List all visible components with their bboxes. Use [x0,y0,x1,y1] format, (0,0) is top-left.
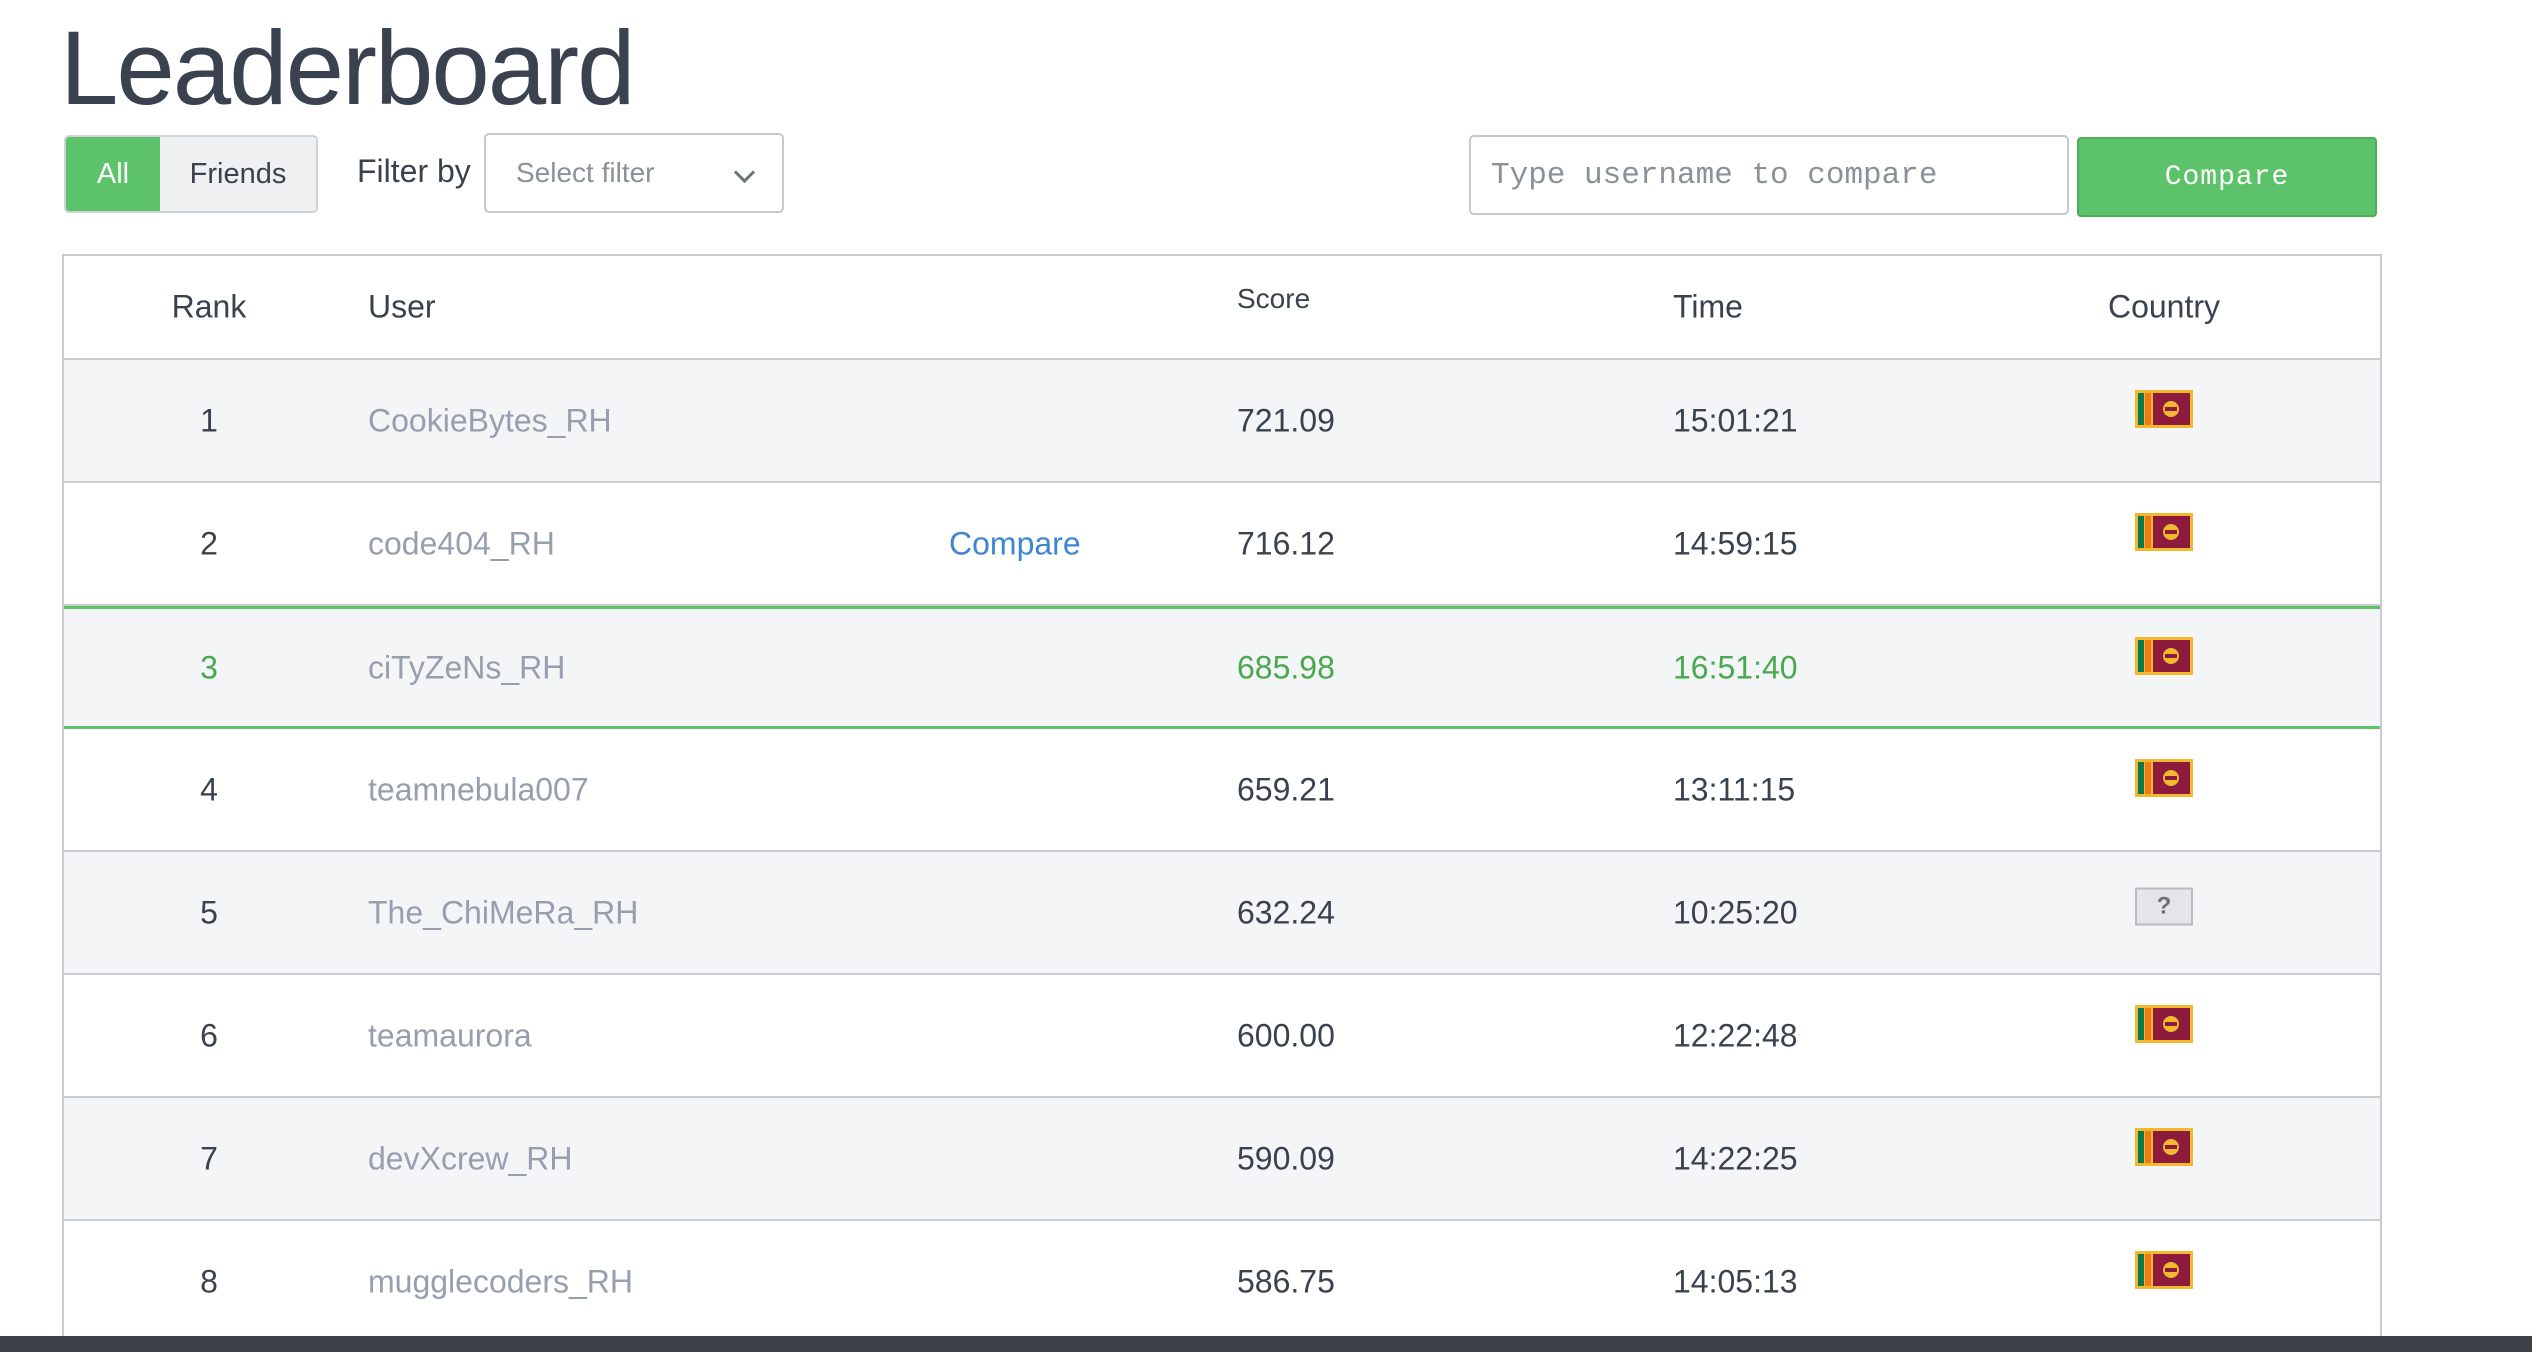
chevron-down-icon [733,161,756,184]
table-row: 1 CookieBytes_RH 721.09 15:01:21 [64,360,2380,483]
score-header: Score [1237,282,1311,314]
username-link[interactable]: The_ChiMeRa_RH [368,894,638,931]
rank-cell: 6 [200,1017,218,1053]
username-link[interactable]: code404_RH [368,525,555,562]
country-cell [2104,389,2224,444]
username-link[interactable]: devXcrew_RH [368,1140,573,1177]
rank-cell: 1 [200,402,218,438]
country-cell: ? [2104,887,2224,933]
time-cell: 10:25:20 [1673,894,1798,930]
time-cell: 14:22:25 [1673,1140,1798,1176]
time-cell: 15:01:21 [1673,402,1798,438]
table-row: 4 teamnebula007 659.21 13:11:15 [64,729,2380,852]
rank-cell: 2 [200,525,218,561]
unknown-flag-icon: ? [2135,887,2193,925]
sri-lanka-flag-icon [2135,512,2193,551]
bottom-bar [0,1336,2532,1352]
filter-select[interactable]: Select filter [484,133,784,213]
filter-label: Filter by [357,153,471,189]
time-cell: 14:05:13 [1673,1263,1798,1299]
table-row: 5 The_ChiMeRa_RH 632.24 10:25:20 ? [64,852,2380,975]
country-cell [2104,636,2224,691]
scope-toggle: All Friends [64,135,318,213]
sri-lanka-flag-icon [2135,758,2193,797]
rank-header: Rank [171,288,247,325]
sri-lanka-flag-icon [2135,1127,2193,1166]
score-cell: 632.24 [1237,894,1335,930]
country-cell [2104,512,2224,567]
table-row: 2 code404_RH Compare 716.12 14:59:15 [64,483,2380,606]
page-title: Leaderboard [60,10,635,127]
sri-lanka-flag-icon [2135,636,2193,675]
sri-lanka-flag-icon [2135,1250,2193,1289]
table-row: 7 devXcrew_RH 590.09 14:22:25 [64,1098,2380,1221]
rank-cell: 5 [200,894,218,930]
all-tab[interactable]: All [66,137,160,211]
table-header: Rank User Score Time Country [64,256,2380,360]
row-compare-link[interactable]: Compare [949,525,1081,562]
country-cell [2104,1250,2224,1305]
rank-cell: 3 [200,649,218,685]
score-cell: 600.00 [1237,1017,1335,1053]
time-cell: 14:59:15 [1673,525,1798,561]
time-cell: 13:11:15 [1673,771,1796,807]
time-header: Time [1673,288,1743,325]
username-link[interactable]: ciTyZeNs_RH [368,649,565,686]
score-cell: 716.12 [1237,525,1335,561]
score-cell: 586.75 [1237,1263,1335,1299]
username-link[interactable]: CookieBytes_RH [368,402,612,439]
country-header: Country [2107,288,2221,325]
sri-lanka-flag-icon [2135,389,2193,428]
time-cell: 12:22:48 [1673,1017,1798,1053]
rank-cell: 8 [200,1263,218,1299]
time-cell: 16:51:40 [1673,649,1798,685]
score-cell: 659.21 [1237,771,1335,807]
friends-tab[interactable]: Friends [160,137,316,211]
country-cell [2104,1004,2224,1059]
username-link[interactable]: mugglecoders_RH [368,1263,633,1300]
rank-cell: 4 [200,771,218,807]
user-header: User [368,288,436,325]
score-cell: 685.98 [1237,649,1335,685]
score-cell: 590.09 [1237,1140,1335,1176]
sri-lanka-flag-icon [2135,1004,2193,1043]
filter-select-placeholder: Select filter [516,157,655,188]
rank-cell: 7 [200,1140,218,1176]
country-cell [2104,758,2224,813]
compare-username-input[interactable] [1469,135,2069,215]
username-link[interactable]: teamnebula007 [368,771,589,808]
country-cell [2104,1127,2224,1182]
leaderboard-table: Rank User Score Time Country 1 CookieByt… [62,254,2382,1344]
score-cell: 721.09 [1237,402,1335,438]
table-row: 8 mugglecoders_RH 586.75 14:05:13 [64,1221,2380,1344]
table-row-current-user: 3 ciTyZeNs_RH 685.98 16:51:40 [64,606,2380,729]
username-link[interactable]: teamaurora [368,1017,532,1054]
table-row: 6 teamaurora 600.00 12:22:48 [64,975,2380,1098]
compare-button[interactable]: Compare [2077,137,2377,217]
